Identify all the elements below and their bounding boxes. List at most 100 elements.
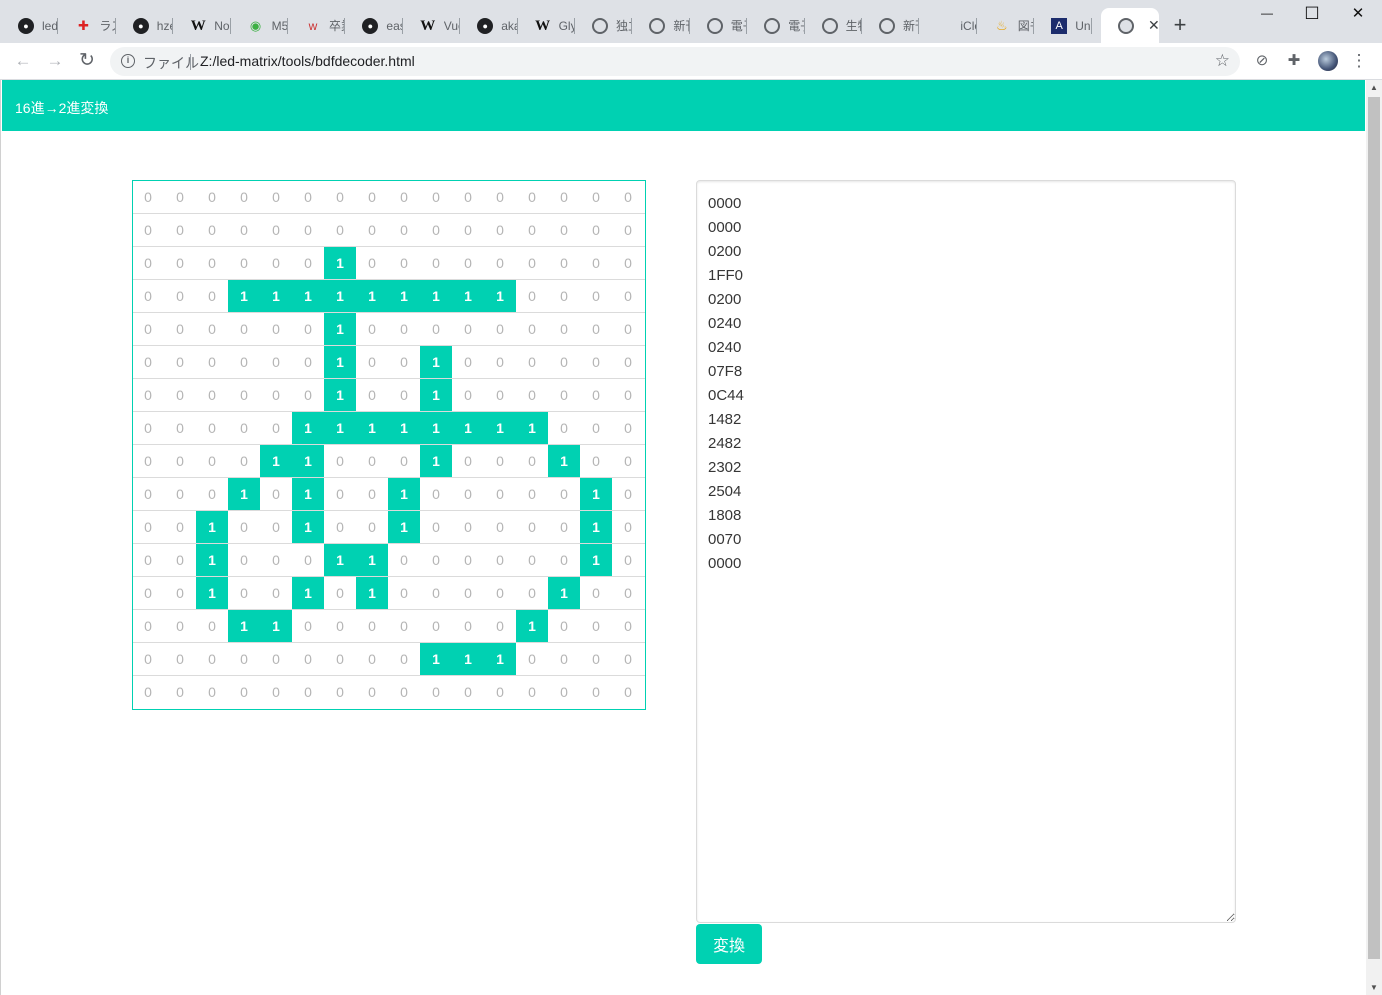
- matrix-cell-on: 1: [292, 511, 324, 543]
- reload-button[interactable]: ↻: [77, 51, 97, 71]
- tab-title: 卒業: [329, 19, 345, 33]
- matrix-cell-off: 0: [304, 552, 312, 568]
- matrix-cell-off: 0: [240, 684, 248, 700]
- info-icon[interactable]: i: [121, 54, 135, 68]
- matrix-cell-off: 0: [144, 585, 152, 601]
- matrix-cell-on: 1: [292, 445, 324, 477]
- menu-icon[interactable]: ⋮: [1350, 52, 1368, 70]
- tab[interactable]: 新刊: [862, 8, 920, 43]
- matrix-cell-off: 0: [240, 354, 248, 370]
- tab-active[interactable]: ✕: [1101, 8, 1159, 43]
- tab[interactable]: 電子: [690, 8, 748, 43]
- matrix-cell-off: 0: [208, 651, 216, 667]
- matrix-cell-off: 0: [496, 387, 504, 403]
- scroll-up-arrow-icon[interactable]: ▲: [1370, 83, 1378, 92]
- matrix-cell-on: 1: [388, 280, 420, 312]
- wikipedia-icon: W: [420, 17, 436, 34]
- matrix-cell-on: 1: [580, 478, 612, 510]
- matrix-cell-on: 1: [516, 610, 548, 642]
- matrix-cell-on: 1: [324, 313, 356, 345]
- matrix-cell-off: 0: [496, 486, 504, 502]
- tab[interactable]: W Vue: [403, 8, 461, 43]
- minimize-button[interactable]: —: [1258, 4, 1276, 22]
- matrix-cell-on: 1: [420, 379, 452, 411]
- matrix-cell-off: 0: [240, 585, 248, 601]
- hex-input-textarea[interactable]: [696, 180, 1236, 923]
- matrix-cell-off: 0: [336, 453, 344, 469]
- tab[interactable]: 新刊: [632, 8, 690, 43]
- matrix-cell-off: 0: [144, 222, 152, 238]
- matrix-cell-off: 0: [144, 618, 152, 634]
- tab[interactable]: ● led: [1, 8, 59, 43]
- matrix-cell-on: 1: [356, 544, 388, 576]
- tab-title: 独立: [616, 19, 632, 33]
- tab[interactable]: ● aka: [460, 8, 518, 43]
- matrix-cell-off: 0: [336, 222, 344, 238]
- matrix-cell-on: 1: [420, 346, 452, 378]
- matrix-cell-off: 0: [400, 453, 408, 469]
- maximize-button[interactable]: ☐: [1303, 5, 1321, 23]
- matrix-cell-on: 1: [484, 280, 516, 312]
- matrix-cell-off: 0: [336, 618, 344, 634]
- matrix-cell-off: 0: [624, 519, 632, 535]
- close-tab-icon[interactable]: ✕: [1148, 17, 1159, 34]
- extensions-puzzle-icon[interactable]: ✚: [1285, 52, 1303, 70]
- scroll-down-arrow-icon[interactable]: ▼: [1370, 983, 1378, 992]
- convert-button[interactable]: 変換: [696, 924, 762, 964]
- scroll-thumb[interactable]: [1368, 97, 1380, 959]
- vertical-scrollbar[interactable]: ▲ ▼: [1366, 80, 1382, 995]
- matrix-cell-off: 0: [592, 420, 600, 436]
- tab[interactable]: ● eas: [345, 8, 403, 43]
- matrix-cell-off: 0: [272, 585, 280, 601]
- matrix-cell-off: 0: [208, 222, 216, 238]
- github-icon: ●: [132, 17, 149, 34]
- forward-button[interactable]: →: [45, 51, 65, 71]
- tab-title: Vue: [443, 18, 460, 33]
- matrix-cell-off: 0: [624, 354, 632, 370]
- tab[interactable]: ♨ 図书: [977, 8, 1035, 43]
- matrix-cell-on: 1: [324, 280, 356, 312]
- new-tab-button[interactable]: +: [1169, 14, 1191, 36]
- tab[interactable]: w 卒業: [288, 8, 346, 43]
- matrix-cell-on: 1: [548, 577, 580, 609]
- tab[interactable]: W No: [173, 8, 231, 43]
- tab[interactable]: W Gly: [518, 8, 575, 43]
- matrix-row: 0010010100000100: [133, 577, 645, 610]
- window-close-button[interactable]: ✕: [1349, 5, 1367, 23]
- address-url[interactable]: Z:/led-matrix/tools/bdfdecoder.html: [200, 53, 415, 69]
- tab[interactable]: 電子: [747, 8, 805, 43]
- extension-icon[interactable]: ⊘: [1253, 52, 1271, 70]
- matrix-cell-on: 1: [260, 445, 292, 477]
- navbar-brand[interactable]: 16進→2進変換: [15, 98, 108, 118]
- matrix-cell-on: 1: [196, 511, 228, 543]
- tab[interactable]: 独立: [575, 8, 633, 43]
- matrix-cell-on: 1: [580, 544, 612, 576]
- matrix-cell-off: 0: [592, 288, 600, 304]
- tab[interactable]: ◉ M5: [231, 8, 288, 43]
- tab[interactable]: ✚ ラズ: [58, 8, 116, 43]
- matrix-cell-off: 0: [592, 453, 600, 469]
- matrix-cell-off: 0: [528, 552, 536, 568]
- matrix-cell-off: 0: [400, 387, 408, 403]
- back-button[interactable]: ←: [13, 51, 33, 71]
- tab[interactable]: iClo: [919, 8, 977, 43]
- matrix-cell-off: 0: [176, 552, 184, 568]
- matrix-cell-off: 0: [144, 684, 152, 700]
- tab[interactable]: 生物: [805, 8, 862, 43]
- matrix-cell-off: 0: [272, 684, 280, 700]
- matrix-cell-off: 0: [400, 684, 408, 700]
- matrix-cell-off: 0: [304, 222, 312, 238]
- matrix-cell-off: 0: [496, 321, 504, 337]
- matrix-cell-off: 0: [528, 354, 536, 370]
- matrix-cell-off: 0: [336, 519, 344, 535]
- matrix-cell-off: 0: [624, 585, 632, 601]
- matrix-cell-on: 1: [196, 544, 228, 576]
- bookmark-star-icon[interactable]: ☆: [1215, 51, 1230, 71]
- matrix-cell-off: 0: [400, 321, 408, 337]
- matrix-cell-off: 0: [560, 321, 568, 337]
- profile-avatar[interactable]: [1318, 51, 1338, 71]
- tab[interactable]: A Uni: [1034, 8, 1092, 43]
- matrix-cell-off: 0: [176, 420, 184, 436]
- address-bar[interactable]: i ファイル Z:/led-matrix/tools/bdfdecoder.ht…: [110, 47, 1240, 76]
- tab[interactable]: ● hze: [116, 8, 174, 43]
